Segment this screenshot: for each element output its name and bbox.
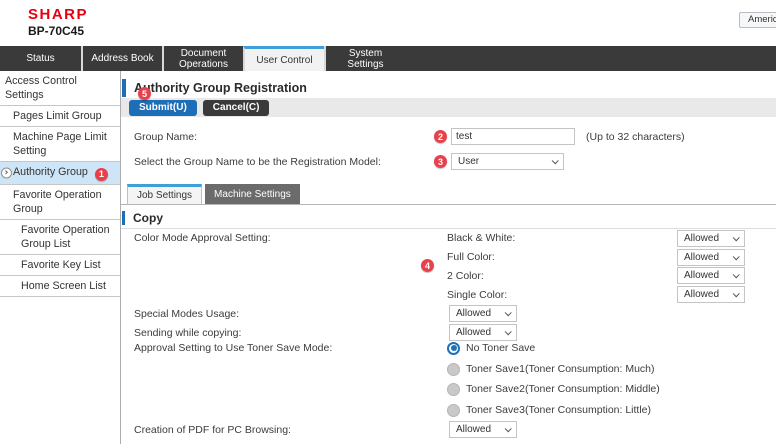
action-toolbar: Submit(U) Cancel(C) xyxy=(121,98,776,117)
page-title: Authority Group Registration xyxy=(134,81,307,95)
chevron-down-icon xyxy=(733,271,740,278)
pdf-browsing-value: Allowed xyxy=(456,424,491,435)
authority-group-registration-page: { "header": { "logo": "SHARP", "model": … xyxy=(0,0,776,444)
sidebar-item-favorite-key-list[interactable]: Favorite Key List xyxy=(0,255,120,276)
radio-unselected-icon xyxy=(447,363,460,376)
header: SHARP BP-70C45 American xyxy=(0,0,776,46)
sidebar-item-authority-group[interactable]: Authority Group 1 xyxy=(0,162,120,185)
device-model: BP-70C45 xyxy=(28,24,84,38)
chevron-down-icon xyxy=(505,309,512,316)
tab-address-book[interactable]: Address Book xyxy=(81,46,162,71)
full-color-value: Allowed xyxy=(684,252,719,263)
sidebar-item-favorite-operation-group-list[interactable]: Favorite Operation Group List xyxy=(0,220,120,255)
radio-label: Toner Save3(Toner Consumption: Little) xyxy=(466,404,651,416)
chevron-right-circle-icon xyxy=(1,167,12,178)
radio-toner-save1[interactable]: Toner Save1(Toner Consumption: Much) xyxy=(447,361,655,377)
chevron-down-icon xyxy=(505,328,512,335)
chevron-down-icon xyxy=(733,253,740,260)
section-divider xyxy=(121,228,776,229)
black-white-label: Black & White: xyxy=(447,232,515,244)
toner-save-label: Approval Setting to Use Toner Save Mode: xyxy=(134,342,332,354)
chevron-down-icon xyxy=(552,157,559,164)
section-accent-bar xyxy=(122,211,125,225)
special-modes-value: Allowed xyxy=(456,308,491,319)
chevron-down-icon xyxy=(505,425,512,432)
tab-document-operations[interactable]: Document Operations xyxy=(162,46,243,71)
single-color-value: Allowed xyxy=(684,289,719,300)
two-color-label: 2 Color: xyxy=(447,270,484,282)
annotation-badge-1: 1 xyxy=(95,168,108,181)
registration-model-row: Select the Group Name to be the Registra… xyxy=(121,152,776,171)
full-color-label: Full Color: xyxy=(447,251,495,263)
two-color-select[interactable]: Allowed xyxy=(677,267,745,284)
annotation-badge-5: 5 xyxy=(138,87,151,100)
language-button[interactable]: American xyxy=(739,12,776,28)
sending-while-copying-label: Sending while copying: xyxy=(134,327,241,339)
pdf-browsing-label: Creation of PDF for PC Browsing: xyxy=(134,424,291,436)
single-color-label: Single Color: xyxy=(447,289,507,301)
radio-label: Toner Save2(Toner Consumption: Middle) xyxy=(466,383,660,395)
two-color-value: Allowed xyxy=(684,270,719,281)
radio-selected-icon xyxy=(447,342,460,355)
full-color-select[interactable]: Allowed xyxy=(677,249,745,266)
group-name-note: (Up to 32 characters) xyxy=(586,131,685,143)
sidebar-item-machine-page-limit-setting[interactable]: Machine Page Limit Setting xyxy=(0,127,120,162)
black-white-value: Allowed xyxy=(684,233,719,244)
submit-button[interactable]: Submit(U) xyxy=(129,100,197,116)
settings-subtabs: Job Settings Machine Settings xyxy=(121,185,776,205)
sharp-logo: SHARP xyxy=(28,6,88,23)
main-content: Authority Group Registration 5 Submit(U)… xyxy=(121,71,776,444)
chevron-down-icon xyxy=(733,234,740,241)
pdf-browsing-select[interactable]: Allowed xyxy=(449,421,517,438)
radio-toner-save2[interactable]: Toner Save2(Toner Consumption: Middle) xyxy=(447,381,660,397)
copy-section-title: Copy xyxy=(133,211,163,225)
annotation-badge-2: 2 xyxy=(434,130,447,143)
radio-no-toner-save[interactable]: No Toner Save xyxy=(447,340,535,356)
registration-model-label: Select the Group Name to be the Registra… xyxy=(134,156,381,168)
tab-status[interactable]: Status xyxy=(0,46,81,71)
registration-model-value: User xyxy=(458,156,479,167)
radio-label: Toner Save1(Toner Consumption: Much) xyxy=(466,363,655,375)
black-white-select[interactable]: Allowed xyxy=(677,230,745,247)
radio-toner-save3[interactable]: Toner Save3(Toner Consumption: Little) xyxy=(447,402,651,418)
chevron-down-icon xyxy=(733,290,740,297)
tab-job-settings[interactable]: Job Settings xyxy=(127,184,202,204)
sending-while-copying-select[interactable]: Allowed xyxy=(449,324,517,341)
radio-label: No Toner Save xyxy=(466,342,535,354)
tab-system-settings[interactable]: System Settings xyxy=(324,46,405,71)
annotation-badge-3: 3 xyxy=(434,155,447,168)
group-name-row: Group Name: 2 (Up to 32 characters) xyxy=(121,127,776,146)
sidebar: Access Control Settings Pages Limit Grou… xyxy=(0,71,121,444)
radio-unselected-icon xyxy=(447,404,460,417)
sidebar-item-access-control-settings[interactable]: Access Control Settings xyxy=(0,71,120,106)
color-mode-label: Color Mode Approval Setting: xyxy=(134,232,271,244)
top-tabbar: Status Address Book Document Operations … xyxy=(0,46,776,71)
annotation-badge-4: 4 xyxy=(421,259,434,272)
registration-model-select[interactable]: User xyxy=(451,153,564,170)
group-name-label: Group Name: xyxy=(134,131,197,143)
group-name-input[interactable] xyxy=(451,128,575,145)
special-modes-label: Special Modes Usage: xyxy=(134,308,239,320)
sidebar-item-label: Authority Group xyxy=(13,166,88,178)
special-modes-select[interactable]: Allowed xyxy=(449,305,517,322)
sidebar-item-favorite-operation-group[interactable]: Favorite Operation Group xyxy=(0,185,120,220)
single-color-select[interactable]: Allowed xyxy=(677,286,745,303)
cancel-button[interactable]: Cancel(C) xyxy=(203,100,270,116)
sending-while-copying-value: Allowed xyxy=(456,327,491,338)
radio-unselected-icon xyxy=(447,383,460,396)
sidebar-item-pages-limit-group[interactable]: Pages Limit Group xyxy=(0,106,120,127)
copy-section-header: Copy xyxy=(122,210,163,226)
title-accent-bar xyxy=(122,79,126,97)
tab-user-control[interactable]: User Control xyxy=(243,46,324,71)
tab-machine-settings[interactable]: Machine Settings xyxy=(205,184,300,204)
sidebar-item-home-screen-list[interactable]: Home Screen List xyxy=(0,276,120,297)
